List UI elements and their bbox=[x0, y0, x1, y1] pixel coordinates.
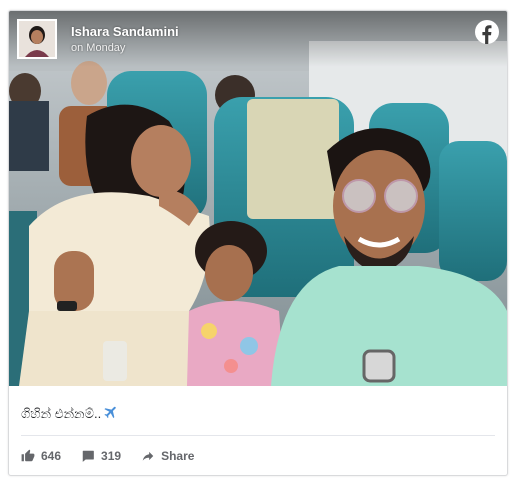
airplane-icon bbox=[103, 404, 119, 423]
like-button[interactable]: 646 bbox=[21, 449, 61, 463]
caption-text: ගිහින් එන්නම්.. bbox=[21, 405, 102, 421]
share-button[interactable]: Share bbox=[141, 449, 194, 463]
facebook-icon[interactable] bbox=[475, 20, 499, 44]
airplane-cabin-photo bbox=[9, 11, 507, 386]
share-arrow-icon bbox=[142, 451, 154, 461]
post-caption: ගිහින් එන්නම්.. bbox=[21, 404, 119, 423]
divider bbox=[21, 435, 495, 436]
facebook-post-card: Ishara Sandamini on Monday ගිහින් එන්නම්… bbox=[8, 10, 508, 476]
post-photo[interactable]: Ishara Sandamini on Monday bbox=[9, 11, 507, 386]
author-name[interactable]: Ishara Sandamini bbox=[71, 24, 179, 39]
like-count: 646 bbox=[41, 449, 62, 463]
share-label: Share bbox=[161, 449, 195, 463]
post-actions: 646 319 Share bbox=[21, 445, 214, 467]
comment-icon bbox=[82, 450, 94, 462]
comment-button[interactable]: 319 bbox=[81, 449, 121, 463]
thumbs-up-icon bbox=[21, 449, 35, 462]
avatar[interactable] bbox=[17, 19, 57, 59]
post-header: Ishara Sandamini on Monday bbox=[9, 11, 507, 67]
facebook-logo-svg bbox=[475, 20, 499, 44]
post-timestamp[interactable]: on Monday bbox=[71, 42, 125, 54]
comment-count: 319 bbox=[101, 449, 122, 463]
avatar-image bbox=[19, 21, 55, 57]
